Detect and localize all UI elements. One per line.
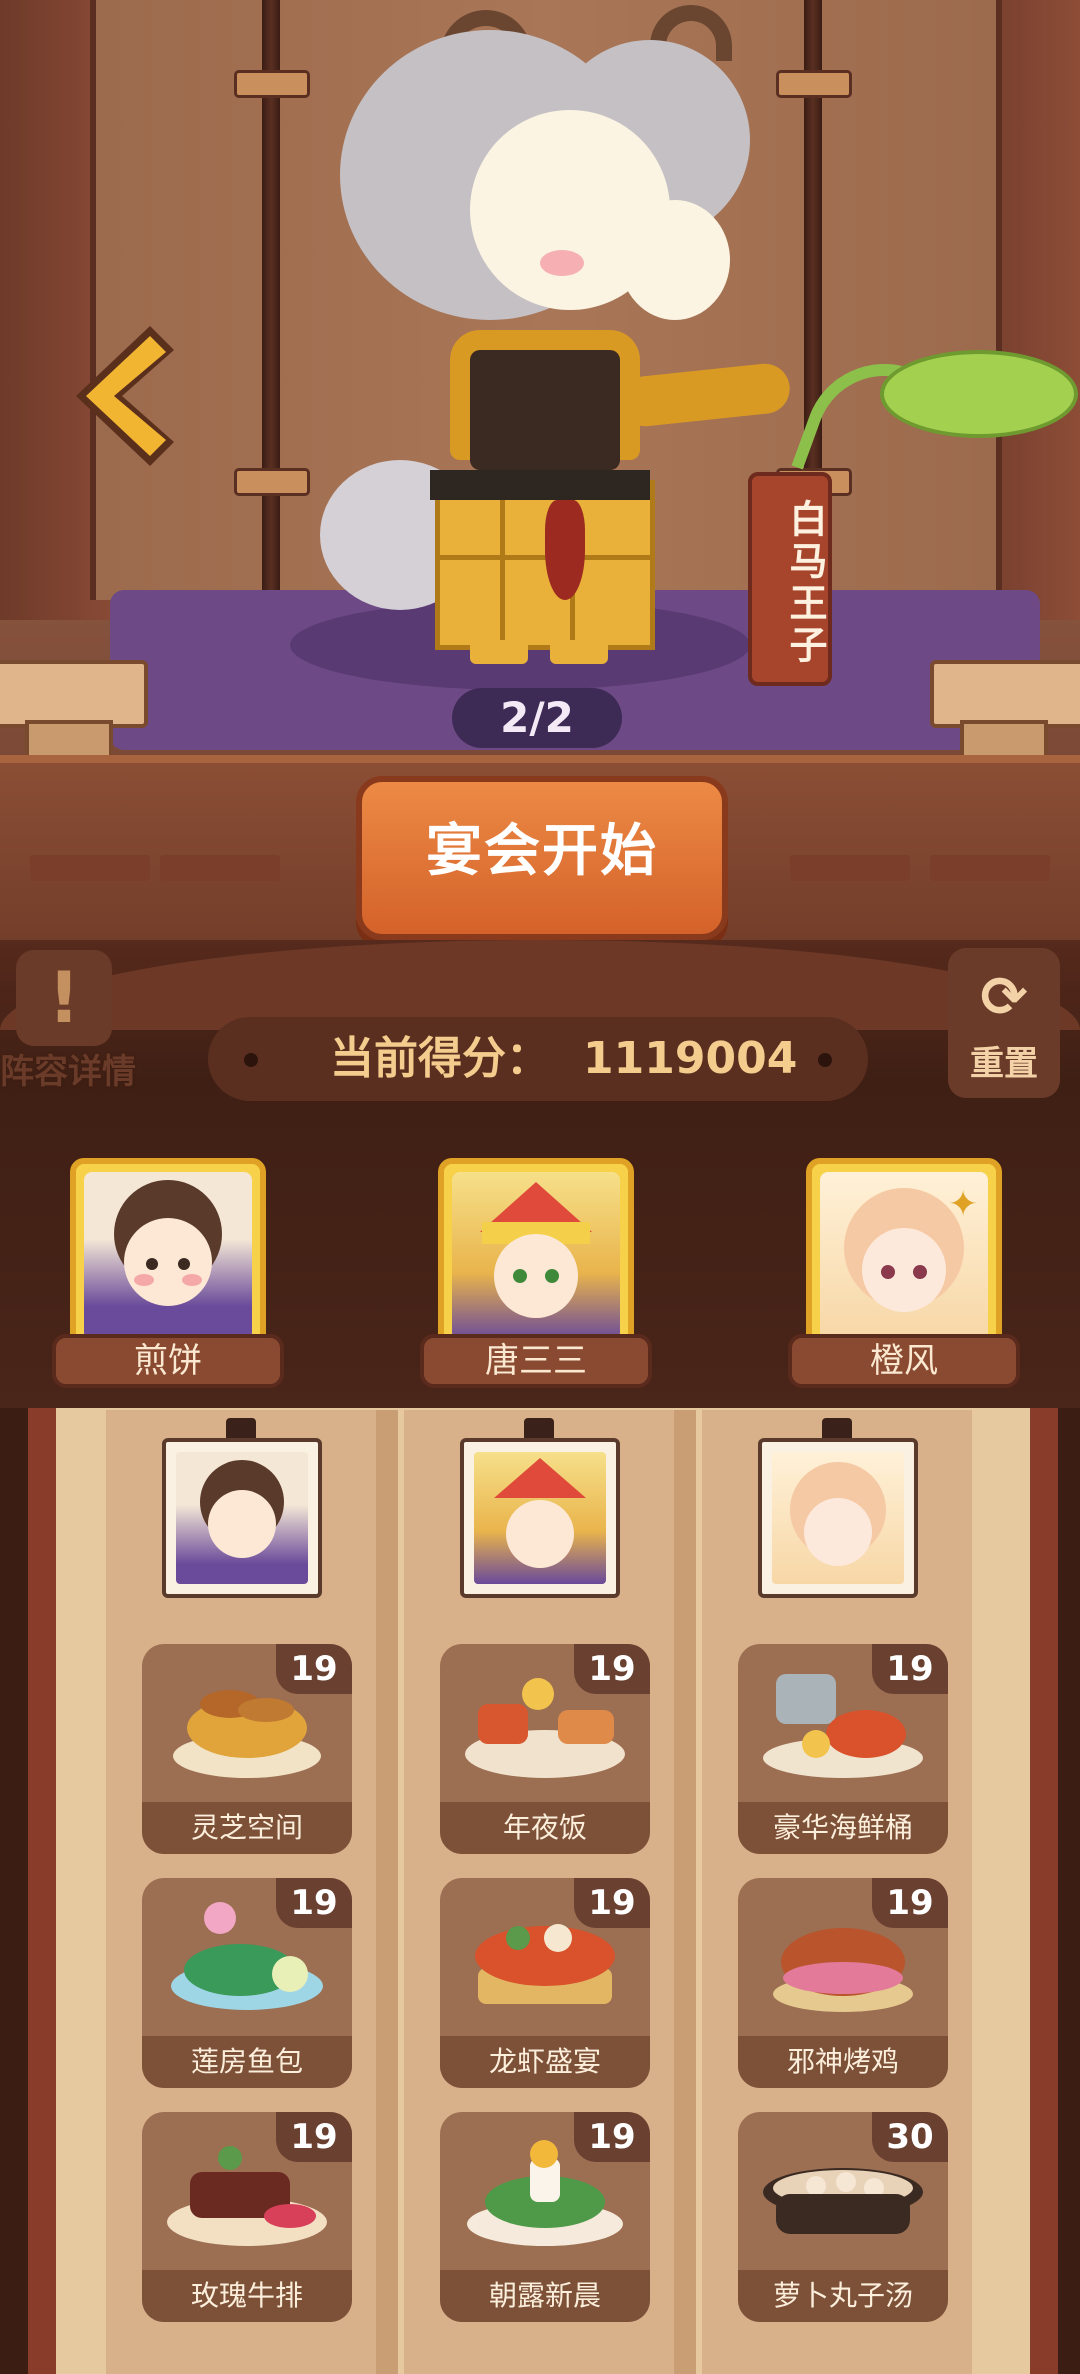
dish-card[interactable]: 19 龙虾盛宴 bbox=[440, 1878, 650, 2088]
pill-dot bbox=[818, 1053, 832, 1067]
counter-slot bbox=[930, 855, 1050, 881]
dish-name: 灵芝空间 bbox=[142, 1802, 352, 1854]
dish-count: 19 bbox=[276, 1878, 352, 1928]
hero-avatar bbox=[452, 1172, 620, 1340]
character-belt bbox=[430, 470, 650, 500]
reset-label: 重置 bbox=[970, 1044, 1038, 1084]
dish-count: 19 bbox=[574, 2112, 650, 2162]
chef-photo-2 bbox=[460, 1438, 620, 1598]
dish-count: 19 bbox=[574, 1878, 650, 1928]
score-label: 当前得分： bbox=[330, 1033, 550, 1084]
start-banquet-button[interactable]: 宴会开始 bbox=[356, 776, 728, 940]
character-vest bbox=[470, 350, 620, 470]
refresh-icon: ⟳ bbox=[980, 965, 1028, 1030]
chef-photo-3 bbox=[758, 1438, 918, 1598]
back-button[interactable] bbox=[70, 320, 180, 470]
lineup-details-button[interactable]: ! 阵容详情 bbox=[0, 950, 150, 1092]
dish-count: 19 bbox=[872, 1644, 948, 1694]
dish-name: 龙虾盛宴 bbox=[440, 2036, 650, 2088]
dish-count: 19 bbox=[872, 1878, 948, 1928]
character-arm bbox=[617, 361, 793, 429]
bracket bbox=[234, 468, 310, 496]
character-tassel bbox=[545, 500, 585, 600]
hero-avatar: ✦ bbox=[820, 1172, 988, 1340]
hero-card-1[interactable] bbox=[70, 1158, 266, 1354]
dish-name: 莲房鱼包 bbox=[142, 2036, 352, 2088]
dish-card[interactable]: 19 豪华海鲜桶 bbox=[738, 1644, 948, 1854]
hero-name-1: 煎饼 bbox=[52, 1334, 284, 1388]
dish-card[interactable]: 19 朝露新晨 bbox=[440, 2112, 650, 2322]
dish-card[interactable]: 30 萝卜丸子汤 bbox=[738, 2112, 948, 2322]
dish-card[interactable]: 19 邪神烤鸡 bbox=[738, 1878, 948, 2088]
hero-avatar bbox=[84, 1172, 252, 1340]
hero-card-2[interactable] bbox=[438, 1158, 634, 1354]
dish-count: 19 bbox=[276, 2112, 352, 2162]
character-foot bbox=[470, 640, 528, 664]
lineup-details-label: 阵容详情 bbox=[0, 1052, 136, 1092]
reset-button[interactable]: ⟳ 重置 bbox=[948, 948, 1060, 1098]
score-display: 当前得分： 1119004 bbox=[208, 1017, 868, 1101]
score-value: 1119004 bbox=[583, 1033, 798, 1084]
chevron-left-icon bbox=[76, 326, 174, 466]
stool-left bbox=[0, 660, 148, 728]
pill-dot bbox=[244, 1053, 258, 1067]
character-foot bbox=[550, 640, 608, 664]
chef-photo-1 bbox=[162, 1438, 322, 1598]
dish-card[interactable]: 19 莲房鱼包 bbox=[142, 1878, 352, 2088]
dish-count: 19 bbox=[574, 1644, 650, 1694]
character-sprite[interactable] bbox=[320, 0, 1078, 680]
dish-name: 年夜饭 bbox=[440, 1802, 650, 1854]
dish-name: 玫瑰牛排 bbox=[142, 2270, 352, 2322]
hero-name-3: 橙风 bbox=[788, 1334, 1020, 1388]
dish-card[interactable]: 19 灵芝空间 bbox=[142, 1644, 352, 1854]
dish-card[interactable]: 19 年夜饭 bbox=[440, 1644, 650, 1854]
dish-count: 30 bbox=[872, 2112, 948, 2162]
dish-name: 萝卜丸子汤 bbox=[738, 2270, 948, 2322]
character-snout bbox=[620, 200, 730, 320]
character-blush bbox=[540, 250, 584, 276]
hero-card-3[interactable]: ✦ bbox=[806, 1158, 1002, 1354]
stage-area: 白马王子 2/2 宴会开始 bbox=[0, 0, 1080, 1000]
stool-right bbox=[930, 660, 1080, 728]
lotus-leaf bbox=[880, 350, 1078, 438]
exclamation-icon: ! bbox=[16, 950, 112, 1046]
dish-name: 朝露新晨 bbox=[440, 2270, 650, 2322]
character-name-tag: 白马王子 bbox=[748, 472, 832, 686]
page-indicator: 2/2 bbox=[452, 688, 622, 748]
dish-count: 19 bbox=[276, 1644, 352, 1694]
bracket bbox=[234, 70, 310, 98]
hero-name-2: 唐三三 bbox=[420, 1334, 652, 1388]
dish-card[interactable]: 19 玫瑰牛排 bbox=[142, 2112, 352, 2322]
dish-name: 豪华海鲜桶 bbox=[738, 1802, 948, 1854]
counter-slot bbox=[790, 855, 910, 881]
column-divider bbox=[674, 1410, 696, 2374]
column-divider bbox=[376, 1410, 398, 2374]
counter-slot bbox=[30, 855, 150, 881]
counter-slot bbox=[160, 855, 280, 881]
svg-text:✦: ✦ bbox=[948, 1184, 978, 1225]
dish-name: 邪神烤鸡 bbox=[738, 2036, 948, 2088]
